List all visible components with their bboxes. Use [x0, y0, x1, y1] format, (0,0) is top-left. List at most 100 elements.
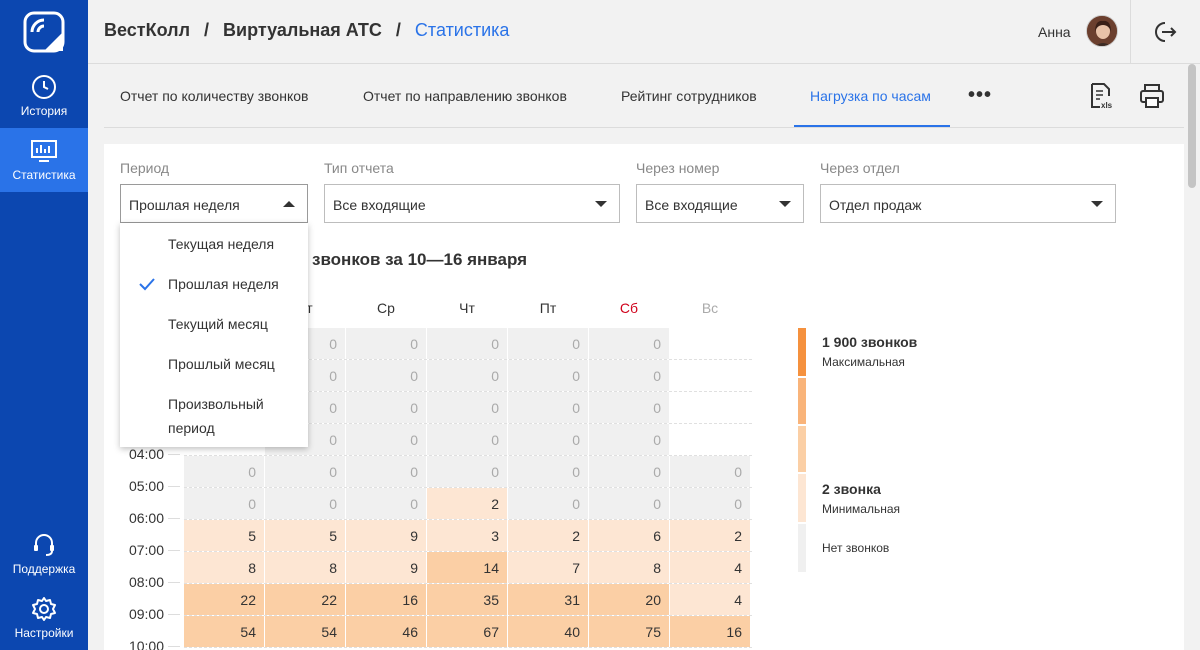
- heatmap-cell[interactable]: 9: [346, 552, 426, 583]
- heatmap-cell[interactable]: 3: [427, 520, 507, 551]
- period-option-last-week[interactable]: Прошлая неделя: [168, 272, 298, 296]
- heatmap-cell[interactable]: 0: [184, 456, 264, 487]
- heatmap-cell[interactable]: 22: [184, 584, 264, 615]
- heatmap-cell[interactable]: 0: [589, 392, 669, 423]
- period-option-current-month[interactable]: Текущий месяц: [168, 312, 298, 336]
- heatmap-cell[interactable]: 4: [670, 584, 750, 615]
- heatmap-cell[interactable]: 0: [427, 328, 507, 359]
- heatmap-cell[interactable]: 7: [508, 552, 588, 583]
- heatmap-cell[interactable]: 0: [508, 488, 588, 519]
- print-icon[interactable]: [1138, 82, 1166, 110]
- tab-calls-direction[interactable]: Отчет по направлению звонков: [363, 88, 567, 104]
- legend-swatch-max: [798, 328, 806, 376]
- heatmap-cell[interactable]: 22: [265, 584, 345, 615]
- heatmap-cell[interactable]: 0: [589, 424, 669, 455]
- heatmap-cell[interactable]: 0: [427, 456, 507, 487]
- heatmap-cell[interactable]: 0: [508, 424, 588, 455]
- heatmap-cell[interactable]: 16: [670, 616, 750, 647]
- breadcrumb-item[interactable]: ВестКолл: [104, 20, 190, 40]
- more-tabs-button[interactable]: •••: [968, 84, 992, 107]
- period-option-current-week[interactable]: Текущая неделя: [168, 232, 298, 256]
- report-type-select[interactable]: Все входящие: [324, 184, 620, 223]
- heatmap-cell[interactable]: 0: [346, 456, 426, 487]
- heatmap-cell[interactable]: 67: [427, 616, 507, 647]
- day-header: Вс: [701, 300, 719, 316]
- heatmap-cell[interactable]: 0: [346, 328, 426, 359]
- hour-label: 07:00: [128, 542, 164, 558]
- period-option-custom[interactable]: Произвольный период: [168, 392, 298, 440]
- hour-tick: [168, 486, 180, 487]
- avatar[interactable]: [1086, 15, 1118, 47]
- heatmap-cell[interactable]: 54: [265, 616, 345, 647]
- heatmap-cell[interactable]: 8: [184, 552, 264, 583]
- heatmap-cell[interactable]: 4: [670, 552, 750, 583]
- heatmap-cell[interactable]: 5: [265, 520, 345, 551]
- heatmap-cell[interactable]: 0: [346, 488, 426, 519]
- heatmap-cell[interactable]: 54: [184, 616, 264, 647]
- heatmap-cell[interactable]: 35: [427, 584, 507, 615]
- heatmap-cell[interactable]: 0: [589, 456, 669, 487]
- heatmap-cell[interactable]: 8: [265, 552, 345, 583]
- sidebar-item-support[interactable]: Поддержка: [0, 522, 88, 586]
- heatmap-cell[interactable]: 0: [427, 424, 507, 455]
- heatmap-cell[interactable]: 0: [346, 360, 426, 391]
- heatmap-cell[interactable]: 0: [508, 360, 588, 391]
- heatmap-cell[interactable]: 2: [670, 520, 750, 551]
- heatmap-cell[interactable]: 0: [589, 360, 669, 391]
- period-option-last-month[interactable]: Прошлый месяц: [168, 352, 298, 376]
- heatmap-cell[interactable]: 6: [589, 520, 669, 551]
- checkmark-icon: [139, 278, 155, 291]
- via-department-select[interactable]: Отдел продаж: [820, 184, 1116, 223]
- heatmap-cell[interactable]: 0: [346, 424, 426, 455]
- heatmap-cell[interactable]: 0: [508, 392, 588, 423]
- heatmap-cell[interactable]: 0: [346, 392, 426, 423]
- day-header: Чт: [459, 300, 475, 316]
- heatmap-cell[interactable]: 75: [589, 616, 669, 647]
- heatmap-cell[interactable]: 14: [427, 552, 507, 583]
- heatmap-cell[interactable]: 0: [670, 488, 750, 519]
- heatmap-cell[interactable]: 0: [265, 488, 345, 519]
- heatmap-cell[interactable]: 0: [589, 488, 669, 519]
- chevron-down-icon: [595, 201, 607, 207]
- heatmap-cell[interactable]: 16: [346, 584, 426, 615]
- via-number-select[interactable]: Все входящие: [636, 184, 804, 223]
- sidebar-item-statistics[interactable]: Статистика: [0, 128, 88, 192]
- heatmap-cell[interactable]: 40: [508, 616, 588, 647]
- breadcrumb-item[interactable]: Виртуальная АТС: [223, 20, 382, 40]
- heatmap-cell[interactable]: 31: [508, 584, 588, 615]
- heatmap-cell[interactable]: 2: [427, 488, 507, 519]
- heatmap-cell[interactable]: 46: [346, 616, 426, 647]
- heatmap-cell[interactable]: 20: [589, 584, 669, 615]
- user-name[interactable]: Анна: [1038, 24, 1071, 40]
- heatmap-cell[interactable]: [670, 392, 750, 423]
- via-department-label: Через отдел: [820, 160, 900, 176]
- period-label: Период: [120, 160, 170, 176]
- sidebar-item-label: Поддержка: [12, 562, 76, 576]
- tab-employee-rating[interactable]: Рейтинг сотрудников: [621, 88, 757, 104]
- heatmap-cell[interactable]: 5: [184, 520, 264, 551]
- heatmap-cell[interactable]: 0: [427, 360, 507, 391]
- heatmap-cell[interactable]: 0: [670, 456, 750, 487]
- export-xls-icon[interactable]: xls: [1088, 82, 1116, 110]
- heatmap-cell[interactable]: 8: [589, 552, 669, 583]
- heatmap-cell[interactable]: 0: [427, 392, 507, 423]
- heatmap-cell[interactable]: [670, 328, 750, 359]
- heatmap-cell[interactable]: 0: [184, 488, 264, 519]
- heatmap-cell[interactable]: 0: [508, 456, 588, 487]
- logout-icon[interactable]: [1154, 20, 1178, 44]
- heatmap-cell[interactable]: 0: [265, 456, 345, 487]
- heatmap-cell[interactable]: 2: [508, 520, 588, 551]
- logo-icon[interactable]: [22, 10, 66, 54]
- sidebar-item-history[interactable]: История: [0, 64, 88, 128]
- scrollbar[interactable]: [1188, 64, 1196, 188]
- legend-max-value: 1 900 звонков: [822, 334, 918, 350]
- heatmap-cell[interactable]: 0: [508, 328, 588, 359]
- tab-hourly-load[interactable]: Нагрузка по часам: [810, 88, 931, 104]
- tab-calls-count[interactable]: Отчет по количеству звонков: [120, 88, 308, 104]
- heatmap-cell[interactable]: 9: [346, 520, 426, 551]
- heatmap-cell[interactable]: [670, 360, 750, 391]
- heatmap-cell[interactable]: [670, 424, 750, 455]
- sidebar-item-settings[interactable]: Настройки: [0, 586, 88, 650]
- period-select[interactable]: Прошлая неделя: [120, 184, 308, 223]
- heatmap-cell[interactable]: 0: [589, 328, 669, 359]
